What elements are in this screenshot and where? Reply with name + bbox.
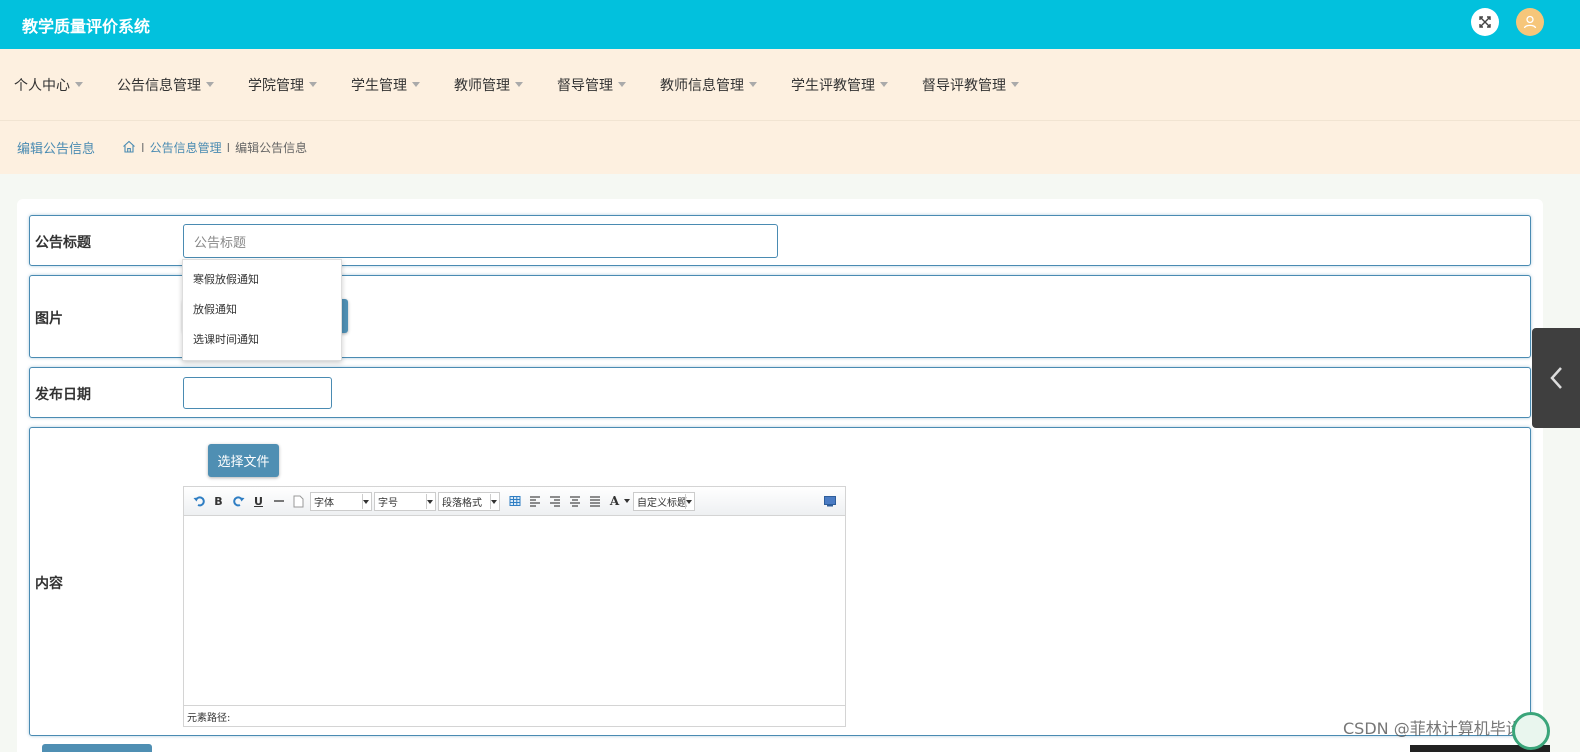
breadcrumb-separator: I xyxy=(141,140,145,155)
rich-text-editor: B U 字体 字号 段落格式 A 自定义标题 元素路径: xyxy=(183,486,846,727)
underline-icon[interactable]: U xyxy=(250,493,267,510)
breadcrumb-current: 编辑公告信息 xyxy=(235,141,308,155)
main-nav: 个人中心 公告信息管理 学院管理 学生管理 教师管理 督导管理 教师信息管理 学… xyxy=(0,49,1580,121)
page-title: 编辑公告信息 xyxy=(17,142,96,157)
app-title: 教学质量评价系统 xyxy=(22,16,151,36)
content-label: 内容 xyxy=(35,576,63,592)
fullscreen-editor-icon[interactable] xyxy=(821,493,838,510)
nav-item-teacher-info-management[interactable]: 教师信息管理 xyxy=(660,75,757,95)
watermark-logo-icon xyxy=(1512,712,1550,750)
caret-down-icon xyxy=(515,82,523,87)
autocomplete-option[interactable]: 选课时间通知 xyxy=(183,324,341,354)
dropdown-arrow-icon xyxy=(427,499,433,504)
nav-item-college-management[interactable]: 学院管理 xyxy=(248,75,317,95)
nav-item-supervisor-evaluation-management[interactable]: 督导评教管理 xyxy=(922,75,1019,95)
dropdown-arrow-icon xyxy=(363,499,369,504)
editor-toolbar: B U 字体 字号 段落格式 A 自定义标题 xyxy=(184,487,845,516)
undo-icon[interactable] xyxy=(190,493,207,510)
fullscreen-icon[interactable] xyxy=(1471,8,1499,36)
autocomplete-option[interactable]: 放假通知 xyxy=(183,294,341,324)
horizontal-rule-icon[interactable] xyxy=(270,493,287,510)
autocomplete-option[interactable]: 寒假放假通知 xyxy=(183,264,341,294)
nav-item-student-management[interactable]: 学生管理 xyxy=(351,75,420,95)
align-justify-icon[interactable] xyxy=(586,493,603,510)
title-input[interactable]: 公告标题 xyxy=(183,224,778,258)
bold-icon[interactable]: B xyxy=(210,493,227,510)
editor-content-area[interactable] xyxy=(184,516,845,705)
align-right-icon[interactable] xyxy=(546,493,563,510)
caret-down-icon xyxy=(749,82,757,87)
custom-title-select[interactable]: 自定义标题 xyxy=(633,491,695,511)
editor-statusbar: 元素路径: xyxy=(184,705,845,726)
dropdown-arrow-icon xyxy=(686,499,692,504)
nav-item-personal-center[interactable]: 个人中心 xyxy=(14,75,83,95)
new-document-icon[interactable] xyxy=(290,493,307,510)
top-header: 教学质量评价系统 xyxy=(0,0,1580,49)
date-label: 发布日期 xyxy=(35,387,91,403)
nav-item-teacher-management[interactable]: 教师管理 xyxy=(454,75,523,95)
home-icon[interactable] xyxy=(122,140,136,156)
breadcrumb-notice-management[interactable]: 公告信息管理 xyxy=(150,139,222,156)
redo-icon[interactable] xyxy=(230,493,247,510)
watermark-text: CSDN @菲林计算机毕设 xyxy=(1343,719,1522,738)
title-label: 公告标题 xyxy=(35,235,91,251)
nav-item-notice-management[interactable]: 公告信息管理 xyxy=(117,75,214,95)
choose-file-button[interactable]: 选择文件 xyxy=(208,444,279,477)
font-family-select[interactable]: 字体 xyxy=(310,491,372,511)
caret-down-icon xyxy=(206,82,214,87)
element-path-label: 元素路径: xyxy=(187,712,231,724)
dropdown-arrow-icon xyxy=(491,499,497,504)
breadcrumb: I 公告信息管理 I 编辑公告信息 xyxy=(122,139,307,156)
image-label: 图片 xyxy=(35,311,63,327)
user-avatar-icon[interactable] xyxy=(1516,8,1544,36)
caret-down-icon xyxy=(618,82,626,87)
title-autocomplete-dropdown: 寒假放假通知 放假通知 选课时间通知 xyxy=(182,259,342,361)
align-left-icon[interactable] xyxy=(526,493,543,510)
chevron-left-icon xyxy=(1550,367,1562,389)
submit-button-partial[interactable] xyxy=(42,744,152,752)
nav-item-student-evaluation-management[interactable]: 学生评教管理 xyxy=(791,75,888,95)
title-input-placeholder: 公告标题 xyxy=(194,235,247,251)
font-size-select[interactable]: 字号 xyxy=(374,491,436,511)
paragraph-format-select[interactable]: 段落格式 xyxy=(438,491,500,511)
side-panel-toggle[interactable] xyxy=(1532,328,1580,428)
font-color-dropdown-icon[interactable] xyxy=(623,493,631,510)
caret-down-icon xyxy=(412,82,420,87)
breadcrumb-bar: 编辑公告信息 I 公告信息管理 I 编辑公告信息 xyxy=(0,121,1580,174)
table-icon[interactable] xyxy=(506,493,523,510)
caret-down-icon xyxy=(309,82,317,87)
date-input[interactable] xyxy=(183,377,332,409)
nav-item-supervisor-management[interactable]: 督导管理 xyxy=(557,75,626,95)
date-row: 发布日期 xyxy=(29,367,1531,418)
align-center-icon[interactable] xyxy=(566,493,583,510)
caret-down-icon xyxy=(1011,82,1019,87)
breadcrumb-separator: I xyxy=(226,140,231,155)
font-color-icon[interactable]: A xyxy=(606,493,623,510)
caret-down-icon xyxy=(75,82,83,87)
caret-down-icon xyxy=(880,82,888,87)
